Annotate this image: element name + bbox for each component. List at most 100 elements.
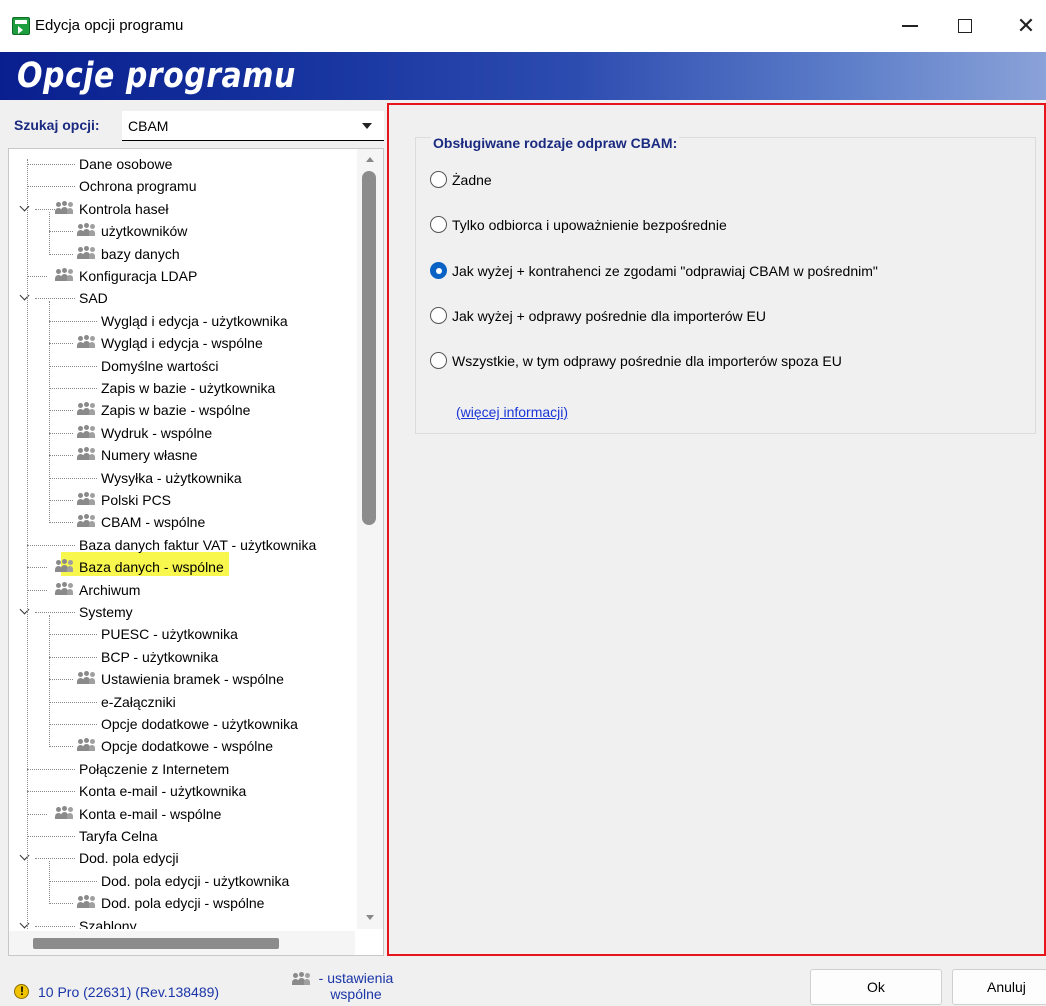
tree-item[interactable]: Wydruk - wspólne: [9, 422, 354, 444]
maximize-button[interactable]: [945, 8, 985, 44]
chevron-down-icon[interactable]: [19, 919, 31, 929]
tree-item[interactable]: Kontrola haseł: [9, 198, 354, 220]
options-tree-panel: Szukaj opcji: Dane osobowe Ochrona progra…: [8, 103, 384, 956]
tree-connector: [49, 388, 97, 389]
users-icon: [77, 402, 95, 416]
search-input[interactable]: [128, 116, 348, 136]
tree-item[interactable]: Opcje dodatkowe - wspólne: [9, 735, 354, 757]
scroll-down-icon[interactable]: [366, 915, 374, 920]
search-combobox[interactable]: [122, 111, 384, 141]
tree-item[interactable]: Dod. pola edycji: [9, 847, 354, 869]
radio-button[interactable]: [430, 307, 447, 324]
tree-item-label: Ustawienia bramek - wspólne: [101, 671, 284, 688]
tree-item[interactable]: Archiwum: [9, 579, 354, 601]
tree-item-label: Wysyłka - użytkownika: [101, 469, 242, 486]
tree-item[interactable]: e-Załączniki: [9, 691, 354, 713]
tree-item[interactable]: Wygląd i edycja - użytkownika: [9, 310, 354, 332]
horizontal-scrollbar[interactable]: [9, 931, 355, 955]
chevron-down-icon[interactable]: [19, 291, 31, 303]
tree-item-label: Połączenie z Internetem: [79, 760, 230, 777]
radio-option-with-consents[interactable]: Jak wyżej + kontrahenci ze zgodami "odpr…: [430, 260, 1030, 282]
vertical-scroll-thumb[interactable]: [362, 171, 376, 525]
chevron-down-icon[interactable]: [19, 202, 31, 214]
users-icon: [77, 738, 95, 752]
radio-option-none[interactable]: Żadne: [430, 169, 1030, 191]
tree-item[interactable]: Konfiguracja LDAP: [9, 265, 354, 287]
users-icon: [77, 424, 95, 439]
tree-item[interactable]: Zapis w bazie - użytkownika: [9, 377, 354, 399]
tree-item-label: e-Załączniki: [101, 693, 176, 710]
tree-item[interactable]: PUESC - użytkownika: [9, 623, 354, 645]
tree-item[interactable]: Dod. pola edycji - wspólne: [9, 892, 354, 914]
radio-option-direct-only[interactable]: Tylko odbiorca i upoważnienie bezpośredn…: [430, 214, 1030, 236]
tree-trunk-line: [27, 159, 28, 929]
tree-item[interactable]: Dod. pola edycji - użytkownika: [9, 870, 354, 892]
tree-item-label: Szablony: [79, 917, 137, 929]
tree-item[interactable]: Domyślne wartości: [9, 355, 354, 377]
window-title: Edycja opcji programu: [35, 17, 184, 34]
tree-item[interactable]: BCP - użytkownika: [9, 646, 354, 668]
tree-item[interactable]: Baza danych faktur VAT - użytkownika: [9, 534, 354, 556]
more-info-link[interactable]: (więcej informacji): [456, 404, 568, 420]
group-title: Obsługiwane rodzaje odpraw CBAM:: [431, 135, 680, 151]
header-banner: Opcje programu: [0, 52, 1046, 100]
tree-item[interactable]: Konta e-mail - wspólne: [9, 803, 354, 825]
tree-item-label: Dane osobowe: [79, 156, 173, 172]
tree-item-label: Konta e-mail - użytkownika: [79, 783, 247, 800]
tree-connector: [49, 343, 73, 345]
legend-text: - ustawienia wspólne: [316, 970, 396, 1002]
close-button[interactable]: ✕: [1006, 8, 1046, 44]
tree-item[interactable]: Taryfa Celna: [9, 825, 354, 847]
chevron-down-icon[interactable]: [19, 605, 31, 617]
tree-item[interactable]: Dane osobowe: [9, 153, 354, 175]
vertical-scrollbar[interactable]: [357, 149, 383, 929]
version-info: 10 Pro (22631) (Rev.138489): [38, 984, 220, 1000]
tree-item[interactable]: Baza danych - wspólne: [9, 556, 354, 578]
radio-button-checked[interactable]: [430, 262, 447, 279]
tree-connector: [49, 365, 97, 367]
search-label: Szukaj opcji:: [14, 117, 100, 133]
tree-item[interactable]: Numery własne: [9, 444, 354, 466]
tree-item[interactable]: Konta e-mail - użytkownika: [9, 780, 354, 802]
radio-button[interactable]: [430, 171, 447, 188]
radio-option-eu-importers[interactable]: Jak wyżej + odprawy pośrednie dla import…: [430, 305, 1030, 327]
horizontal-scroll-thumb[interactable]: [33, 938, 279, 949]
tree-item[interactable]: użytkowników: [9, 220, 354, 242]
tree-item[interactable]: Ustawienia bramek - wspólne: [9, 668, 354, 690]
tree-item-selected[interactable]: CBAM - wspólne: [9, 511, 354, 533]
radio-label: Wszystkie, w tym odprawy pośrednie dla i…: [452, 353, 842, 369]
tree-item[interactable]: Ochrona programu: [9, 175, 354, 197]
users-icon: [77, 895, 95, 909]
users-icon: [77, 245, 95, 260]
ok-button[interactable]: Ok: [810, 969, 942, 1005]
tree-branch-line: [49, 615, 50, 748]
options-tree[interactable]: Dane osobowe Ochrona programu Kontrola has…: [8, 148, 384, 956]
tree-item[interactable]: Opcje dodatkowe - użytkownika: [9, 713, 354, 735]
chevron-down-icon[interactable]: [19, 851, 31, 863]
tree-item-label: Zapis w bazie - wspólne: [101, 402, 251, 419]
tree-item[interactable]: SAD: [9, 287, 354, 309]
tree-item[interactable]: Wygląd i edycja - wspólne: [9, 332, 354, 354]
users-icon: [77, 447, 95, 461]
tree-item-label: Baza danych faktur VAT - użytkownika: [79, 536, 317, 553]
radio-label: Żadne: [452, 172, 492, 188]
tree-item[interactable]: Połączenie z Internetem: [9, 758, 354, 780]
scroll-up-icon[interactable]: [366, 157, 374, 162]
tree-item[interactable]: bazy danych: [9, 243, 354, 265]
tree-item[interactable]: Wysyłka - użytkownika: [9, 467, 354, 489]
chevron-down-icon[interactable]: [362, 123, 372, 129]
tree-connector: [49, 253, 73, 255]
radio-button[interactable]: [430, 216, 447, 233]
radio-button[interactable]: [430, 352, 447, 369]
tree-item[interactable]: Systemy: [9, 601, 354, 623]
tree-item-label: Konfiguracja LDAP: [79, 268, 198, 284]
tree-item[interactable]: Szablony: [9, 915, 354, 929]
radio-option-all[interactable]: Wszystkie, w tym odprawy pośrednie dla i…: [430, 350, 1030, 372]
cancel-button[interactable]: Anuluj: [952, 969, 1046, 1005]
minimize-button[interactable]: [890, 8, 930, 44]
tree-connector: [49, 231, 73, 233]
tree-item[interactable]: Zapis w bazie - wspólne: [9, 399, 354, 421]
tree-item[interactable]: Polski PCS: [9, 489, 354, 511]
tree-connector: [27, 276, 47, 277]
shared-settings-icon: [292, 972, 310, 986]
